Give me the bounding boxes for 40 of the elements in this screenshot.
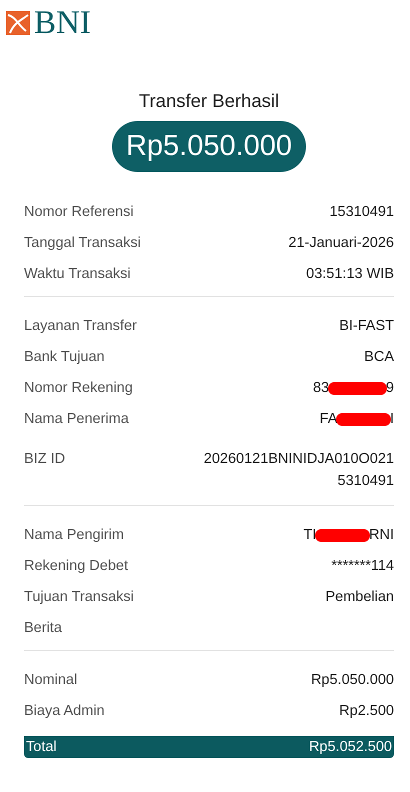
field-value: 21-Januari-2026: [288, 234, 394, 251]
logo-icon: [6, 11, 30, 35]
redaction-mark: [336, 412, 391, 426]
total-value: Rp5.052.500: [308, 739, 392, 755]
total-label: Total: [26, 739, 57, 755]
field-label: Nama Pengirim: [24, 526, 124, 543]
field-value: BI-FAST: [339, 317, 394, 334]
field-label: Bank Tujuan: [24, 348, 105, 365]
field-value: 20260121BNINIDJA010O021: [204, 451, 394, 467]
field-value: Rp2.500: [339, 702, 394, 719]
redaction-mark: [315, 528, 370, 542]
field-label: Rekening Debet: [24, 557, 128, 574]
field-value: 83: [312, 380, 330, 396]
logo-text: BNI: [34, 6, 91, 40]
field-value: RNI: [369, 527, 394, 543]
field-label: BIZ ID: [24, 450, 66, 467]
field-label: Nama Penerima: [24, 410, 129, 427]
field-value: 15310491: [329, 203, 394, 220]
field-label: Nomor Rekening: [24, 379, 133, 396]
field-label: Waktu Transaksi: [24, 265, 131, 282]
field-value: TI: [304, 527, 316, 543]
field-value: BCA: [364, 348, 394, 365]
amount-badge: Rp5.050.000: [112, 121, 306, 172]
field-label: Biaya Admin: [24, 702, 105, 719]
field-label: Nominal: [24, 671, 78, 688]
field-value: Pembelian: [325, 588, 394, 605]
field-value: 5310491: [338, 473, 394, 489]
field-value: 03:51:13 WIB: [306, 265, 394, 282]
field-value: *******114: [331, 557, 394, 574]
status-title: Transfer Berhasil: [138, 90, 280, 112]
field-label: Tanggal Transaksi: [24, 234, 141, 251]
field-value: FA: [320, 411, 338, 427]
field-label: Berita: [24, 619, 62, 636]
field-value: I: [390, 411, 394, 427]
field-label: Tujuan Transaksi: [24, 588, 134, 605]
field-value: Rp5.050.000: [310, 671, 394, 688]
field-value: 9: [386, 380, 394, 396]
field-label: Layanan Transfer: [24, 317, 137, 334]
redaction-mark: [328, 382, 387, 394]
field-label: Nomor Referensi: [24, 203, 134, 220]
